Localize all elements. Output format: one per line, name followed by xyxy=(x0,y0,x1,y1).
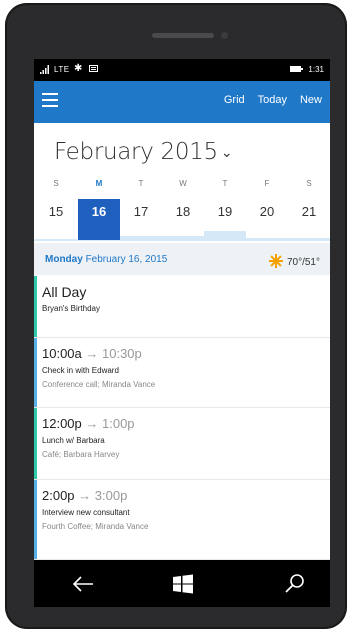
weekday-label: M xyxy=(95,179,103,188)
search-icon[interactable] xyxy=(283,574,307,594)
day-cell[interactable]: 16 xyxy=(78,199,120,241)
status-bar: LTE ✱ 1:31 xyxy=(34,59,330,81)
selected-date: Monday February 16, 2015 xyxy=(45,254,167,265)
selected-full-date: February 16, 2015 xyxy=(85,254,168,265)
event-time: 10:00a → 10:30p xyxy=(42,346,142,361)
event-subject: Lunch w/ Barbara xyxy=(42,436,105,445)
day-cell[interactable]: 15 xyxy=(35,199,77,241)
day-number: 18 xyxy=(175,204,191,219)
event-subject: Bryan's Birthday xyxy=(42,304,100,313)
clock: 1:31 xyxy=(308,65,324,74)
weekday-label: F xyxy=(264,179,270,188)
screen: LTE ✱ 1:31 Grid Today New February 2015 ⌄… xyxy=(34,59,330,607)
calendar-color-stripe xyxy=(34,480,37,560)
arrow-right-icon: → xyxy=(81,346,102,361)
back-icon[interactable] xyxy=(71,574,95,594)
week-strip-baseline xyxy=(34,240,330,241)
weekday-label: S xyxy=(306,179,312,188)
week-strip: 15 16 17 18 19 20 21 xyxy=(34,199,330,241)
day-number: 19 xyxy=(217,204,233,219)
event-location: Conference call; Miranda Vance xyxy=(42,380,156,389)
event-start-time: 10:00a xyxy=(42,346,82,361)
event-location: Café; Barbara Harvey xyxy=(42,450,120,459)
windows-start-icon[interactable] xyxy=(171,574,195,594)
event-item[interactable]: 2:00p → 3:00p Interview new consultant Fou… xyxy=(34,480,330,560)
network-label: LTE xyxy=(54,65,70,74)
temperature: 70°/51° xyxy=(286,257,320,268)
chevron-down-icon: ⌄ xyxy=(220,145,233,161)
bluetooth-icon: ✱ xyxy=(74,63,83,74)
calendar-color-stripe xyxy=(34,338,37,408)
day-number: 15 xyxy=(48,204,64,219)
event-item[interactable]: 12:00p → 1:00p Lunch w/ Barbara Café; Barb… xyxy=(34,408,330,480)
grid-button[interactable]: Grid xyxy=(224,94,245,106)
day-number: 16 xyxy=(91,204,107,219)
day-number: 17 xyxy=(133,204,149,219)
calendar-color-stripe xyxy=(34,276,37,338)
day-cell[interactable]: 21 xyxy=(288,199,330,241)
earpiece xyxy=(152,33,214,38)
app-bar-actions: Grid Today New xyxy=(224,94,322,106)
month-label: February 2015 xyxy=(54,139,218,165)
calendar-color-stripe xyxy=(34,408,37,480)
event-end-time: 1:00p xyxy=(102,416,135,431)
day-number: 20 xyxy=(259,204,275,219)
battery-icon xyxy=(290,66,303,72)
day-cell[interactable]: 18 xyxy=(162,199,204,241)
navigation-bar xyxy=(34,560,330,607)
weekday-label: S xyxy=(53,179,59,188)
phone-frame: LTE ✱ 1:31 Grid Today New February 2015 ⌄… xyxy=(5,3,347,629)
month-selector[interactable]: February 2015 ⌄ xyxy=(54,139,233,165)
event-time: 12:00p → 1:00p xyxy=(42,416,135,431)
weather: 70°/51° xyxy=(268,254,320,268)
new-button[interactable]: New xyxy=(300,94,322,106)
event-start-time: 12:00p xyxy=(42,416,82,431)
weekday-header: SMTWTFS xyxy=(34,179,330,193)
weekday-label: T xyxy=(222,179,228,188)
selected-weekday: Monday xyxy=(45,254,83,265)
day-cell[interactable]: 17 xyxy=(120,199,162,241)
event-location: Fourth Coffee; Miranda Vance xyxy=(42,522,149,531)
hamburger-menu-icon[interactable] xyxy=(42,93,58,107)
day-number: 21 xyxy=(301,204,317,219)
today-button[interactable]: Today xyxy=(258,94,287,106)
event-item[interactable]: All Day Bryan's Birthday xyxy=(34,276,330,338)
event-start-time: 2:00p xyxy=(42,488,75,503)
event-title: All Day xyxy=(42,284,87,300)
event-time: 2:00p → 3:00p xyxy=(42,488,127,503)
event-subject: Check in with Edward xyxy=(42,366,119,375)
weekday-label: T xyxy=(138,179,144,188)
front-camera xyxy=(221,32,228,39)
signal-icon xyxy=(40,65,49,74)
day-cell[interactable]: 20 xyxy=(246,199,288,241)
arrow-right-icon: → xyxy=(81,416,102,431)
event-subject: Interview new consultant xyxy=(42,508,130,517)
weekday-label: W xyxy=(179,179,187,188)
arrow-right-icon: → xyxy=(74,488,95,503)
sun-icon xyxy=(268,254,283,268)
event-end-time: 10:30p xyxy=(102,346,142,361)
event-end-time: 3:00p xyxy=(94,488,128,503)
app-bar: Grid Today New xyxy=(34,81,330,123)
day-cell[interactable]: 19 xyxy=(204,199,246,241)
selected-day-header: Monday February 16, 2015 70°/51° xyxy=(34,243,330,275)
message-icon xyxy=(89,65,98,72)
event-item[interactable]: 10:00a → 10:30p Check in with Edward Confe… xyxy=(34,338,330,408)
